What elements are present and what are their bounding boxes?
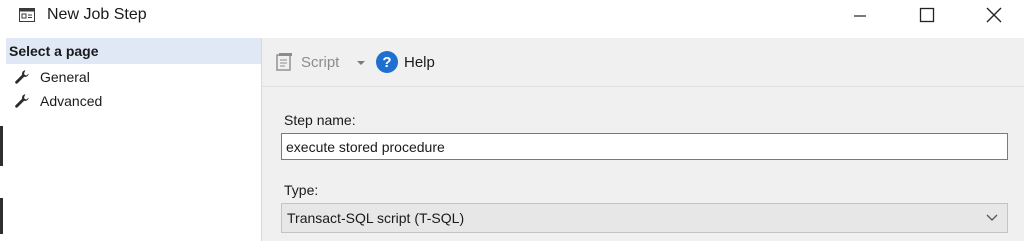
- script-label: Script: [301, 53, 340, 71]
- maximize-icon: [919, 7, 935, 23]
- general-page: Step name: Type: Transact-SQL script (T-…: [262, 87, 1024, 241]
- step-name-input[interactable]: [281, 133, 1008, 160]
- sidebar-item-label: General: [40, 69, 90, 85]
- minimize-button[interactable]: [837, 0, 883, 30]
- close-icon: [986, 7, 1002, 23]
- type-label: Type:: [284, 182, 319, 198]
- script-button[interactable]: Script: [274, 51, 339, 73]
- select-page-panel: Select a page General Advanced: [0, 38, 262, 241]
- close-button[interactable]: [971, 0, 1017, 30]
- sidebar-item-general[interactable]: General: [14, 66, 90, 88]
- maximize-button[interactable]: [904, 0, 950, 30]
- window-icon: [19, 8, 35, 22]
- window-edge-mark: [0, 126, 3, 166]
- step-name-label: Step name:: [284, 112, 356, 128]
- help-button[interactable]: ? Help: [376, 51, 435, 73]
- wrench-icon: [15, 94, 29, 108]
- window-edge-mark: [0, 198, 3, 234]
- type-select-value: Transact-SQL script (T-SQL): [287, 210, 465, 226]
- sidebar-item-advanced[interactable]: Advanced: [14, 90, 102, 112]
- chevron-down-icon: [986, 214, 998, 221]
- script-icon: [276, 53, 292, 71]
- wrench-icon: [15, 70, 29, 84]
- new-job-step-window: New Job Step Select a page General Advan…: [0, 0, 1024, 241]
- help-label: Help: [404, 53, 435, 71]
- select-page-header: Select a page: [6, 38, 261, 64]
- title-bar: New Job Step: [0, 0, 1024, 34]
- type-select[interactable]: Transact-SQL script (T-SQL): [281, 203, 1008, 233]
- help-icon: ?: [376, 51, 398, 73]
- window-title: New Job Step: [47, 6, 147, 23]
- toolbar: Script ? Help: [262, 38, 1024, 87]
- chevron-down-icon[interactable]: [354, 56, 368, 70]
- sidebar-item-label: Advanced: [40, 93, 103, 109]
- minimize-icon: [854, 15, 866, 17]
